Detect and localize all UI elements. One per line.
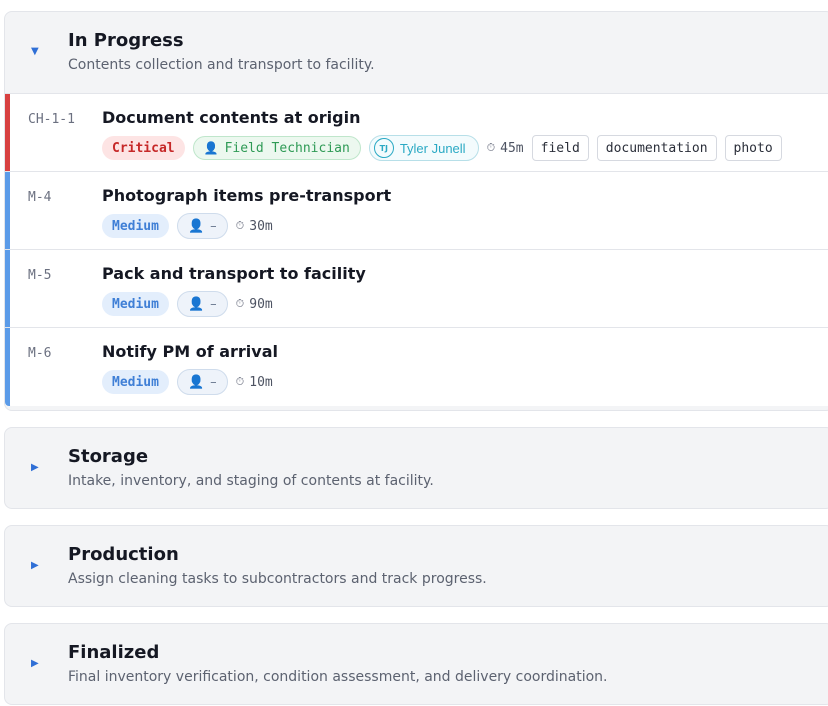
task-row[interactable]: CH-1-1 Document contents at origin Criti…: [5, 94, 828, 172]
clock-icon: ⏱: [235, 219, 245, 232]
assignee-name: Tyler Junell: [399, 140, 466, 156]
task-row[interactable]: M-4 Photograph items pre-transport Mediu…: [5, 172, 828, 250]
duration: ⏱ 45m: [487, 141, 524, 156]
section-header-in-progress[interactable]: ▼ In Progress Contents collection and tr…: [5, 12, 828, 92]
priority-badge[interactable]: Medium: [102, 370, 169, 394]
tag[interactable]: photo: [724, 135, 782, 161]
task-meta: Medium 👤 – ⏱ 10m: [102, 369, 273, 395]
section-header-storage[interactable]: ▶ Storage Intake, inventory, and staging…: [5, 428, 828, 508]
duration: ⏱ 90m: [236, 297, 273, 312]
assignee-picker[interactable]: 👤 –: [176, 291, 228, 317]
caret-down-icon[interactable]: ▼: [31, 46, 39, 57]
avatar: TJ: [373, 138, 394, 158]
clock-icon: ⏱: [235, 297, 245, 310]
assignee-picker[interactable]: 👤 –: [176, 369, 228, 395]
duration-value: 90m: [249, 296, 273, 312]
task-title[interactable]: Pack and transport to facility: [102, 264, 366, 283]
section-description: Assign cleaning tasks to subcontractors …: [68, 571, 487, 587]
section-description: Intake, inventory, and staging of conten…: [68, 473, 434, 489]
duration: ⏱ 10m: [236, 375, 273, 390]
task-id: M-4: [28, 190, 52, 205]
assignee-picker[interactable]: 👤 –: [176, 213, 228, 239]
caret-right-icon[interactable]: ▶: [31, 462, 39, 473]
person-icon: 👤: [187, 218, 205, 234]
caret-right-icon[interactable]: ▶: [31, 658, 39, 669]
duration: ⏱ 30m: [236, 219, 273, 234]
task-title[interactable]: Photograph items pre-transport: [102, 186, 391, 205]
task-id: M-5: [28, 268, 52, 283]
tag[interactable]: documentation: [596, 135, 717, 161]
task-title[interactable]: Notify PM of arrival: [102, 342, 278, 361]
clock-icon: ⏱: [486, 141, 496, 154]
task-id: CH-1-1: [28, 112, 75, 127]
task-meta: Critical 👤 Field Technician TJ Tyler Jun…: [102, 135, 782, 161]
task-row[interactable]: M-5 Pack and transport to facility Mediu…: [5, 250, 828, 328]
task-row[interactable]: M-6 Notify PM of arrival Medium 👤 – ⏱ 10…: [5, 328, 828, 406]
duration-value: 45m: [500, 140, 524, 156]
assignee-chip[interactable]: TJ Tyler Junell: [368, 135, 479, 161]
duration-value: 10m: [249, 374, 273, 390]
task-meta: Medium 👤 – ⏱ 90m: [102, 291, 273, 317]
priority-bar-medium: [5, 250, 10, 327]
clock-icon: ⏱: [235, 375, 245, 388]
section-in-progress: ▼ In Progress Contents collection and tr…: [4, 11, 828, 411]
priority-bar-medium: [5, 172, 10, 249]
section-production: ▶ Production Assign cleaning tasks to su…: [4, 525, 828, 607]
section-title: Finalized: [68, 642, 160, 663]
section-title: Storage: [68, 446, 149, 467]
person-icon: 👤: [203, 141, 219, 155]
unassigned-label: –: [210, 218, 217, 234]
section-description: Final inventory verification, condition …: [68, 669, 608, 685]
section-title: In Progress: [68, 30, 184, 51]
priority-badge[interactable]: Medium: [102, 292, 169, 316]
priority-bar-medium: [5, 328, 10, 406]
section-finalized: ▶ Finalized Final inventory verification…: [4, 623, 828, 705]
priority-bar-critical: [5, 94, 10, 171]
priority-badge[interactable]: Medium: [102, 214, 169, 238]
unassigned-label: –: [210, 296, 217, 312]
task-list: CH-1-1 Document contents at origin Criti…: [5, 93, 828, 406]
caret-right-icon[interactable]: ▶: [31, 560, 39, 571]
person-icon: 👤: [187, 374, 205, 390]
section-header-production[interactable]: ▶ Production Assign cleaning tasks to su…: [5, 526, 828, 606]
section-storage: ▶ Storage Intake, inventory, and staging…: [4, 427, 828, 509]
section-title: Production: [68, 544, 179, 565]
unassigned-label: –: [210, 374, 217, 390]
task-id: M-6: [28, 346, 52, 361]
section-header-finalized[interactable]: ▶ Finalized Final inventory verification…: [5, 624, 828, 704]
role-badge[interactable]: 👤 Field Technician: [192, 136, 361, 160]
task-title[interactable]: Document contents at origin: [102, 108, 361, 127]
section-description: Contents collection and transport to fac…: [68, 57, 375, 73]
role-label: Field Technician: [224, 140, 350, 156]
duration-value: 30m: [249, 218, 273, 234]
task-meta: Medium 👤 – ⏱ 30m: [102, 213, 273, 239]
person-icon: 👤: [187, 296, 205, 312]
priority-badge[interactable]: Critical: [102, 136, 185, 160]
tag[interactable]: field: [531, 135, 589, 161]
